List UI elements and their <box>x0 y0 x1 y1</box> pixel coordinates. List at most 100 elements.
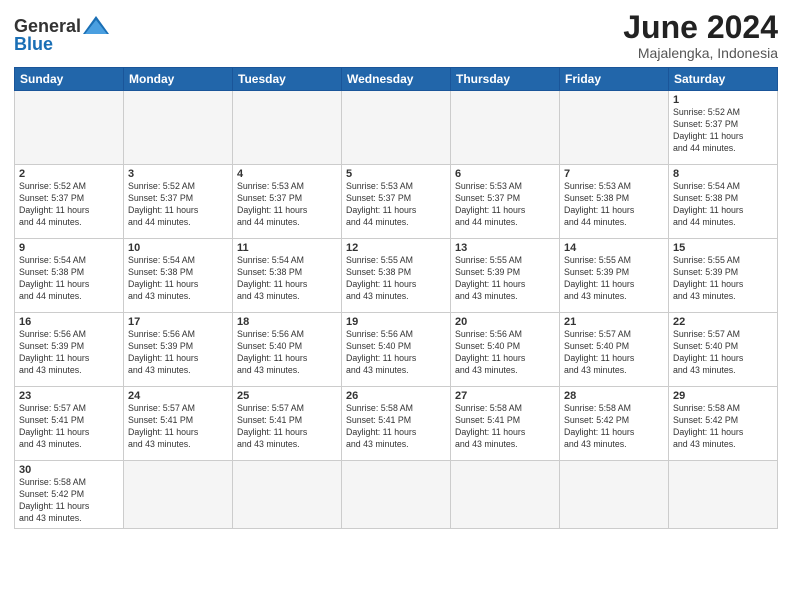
day-info: Sunrise: 5:56 AM Sunset: 5:40 PM Dayligh… <box>346 329 446 377</box>
day-info: Sunrise: 5:54 AM Sunset: 5:38 PM Dayligh… <box>237 255 337 303</box>
day-number: 1 <box>673 94 773 106</box>
calendar-cell: 12Sunrise: 5:55 AM Sunset: 5:38 PM Dayli… <box>342 239 451 313</box>
calendar-cell: 24Sunrise: 5:57 AM Sunset: 5:41 PM Dayli… <box>124 387 233 461</box>
day-number: 10 <box>128 242 228 254</box>
day-info: Sunrise: 5:58 AM Sunset: 5:42 PM Dayligh… <box>564 403 664 451</box>
calendar-cell <box>233 91 342 165</box>
day-number: 2 <box>19 168 119 180</box>
day-info: Sunrise: 5:55 AM Sunset: 5:38 PM Dayligh… <box>346 255 446 303</box>
day-info: Sunrise: 5:56 AM Sunset: 5:39 PM Dayligh… <box>128 329 228 377</box>
weekday-header-saturday: Saturday <box>669 68 778 91</box>
day-number: 3 <box>128 168 228 180</box>
calendar-cell: 4Sunrise: 5:53 AM Sunset: 5:37 PM Daylig… <box>233 165 342 239</box>
weekday-header-friday: Friday <box>560 68 669 91</box>
calendar-cell: 23Sunrise: 5:57 AM Sunset: 5:41 PM Dayli… <box>15 387 124 461</box>
day-info: Sunrise: 5:53 AM Sunset: 5:37 PM Dayligh… <box>455 181 555 229</box>
calendar-cell: 11Sunrise: 5:54 AM Sunset: 5:38 PM Dayli… <box>233 239 342 313</box>
day-number: 5 <box>346 168 446 180</box>
calendar-cell: 27Sunrise: 5:58 AM Sunset: 5:41 PM Dayli… <box>451 387 560 461</box>
day-info: Sunrise: 5:57 AM Sunset: 5:40 PM Dayligh… <box>673 329 773 377</box>
weekday-header-wednesday: Wednesday <box>342 68 451 91</box>
day-number: 8 <box>673 168 773 180</box>
day-number: 17 <box>128 316 228 328</box>
calendar-cell: 20Sunrise: 5:56 AM Sunset: 5:40 PM Dayli… <box>451 313 560 387</box>
day-number: 24 <box>128 390 228 402</box>
day-number: 15 <box>673 242 773 254</box>
title-block: June 2024 Majalengka, Indonesia <box>623 10 778 61</box>
day-number: 14 <box>564 242 664 254</box>
calendar-cell: 16Sunrise: 5:56 AM Sunset: 5:39 PM Dayli… <box>15 313 124 387</box>
day-info: Sunrise: 5:58 AM Sunset: 5:41 PM Dayligh… <box>346 403 446 451</box>
day-info: Sunrise: 5:55 AM Sunset: 5:39 PM Dayligh… <box>455 255 555 303</box>
day-info: Sunrise: 5:57 AM Sunset: 5:41 PM Dayligh… <box>19 403 119 451</box>
weekday-header-sunday: Sunday <box>15 68 124 91</box>
day-number: 12 <box>346 242 446 254</box>
calendar-cell: 21Sunrise: 5:57 AM Sunset: 5:40 PM Dayli… <box>560 313 669 387</box>
day-info: Sunrise: 5:58 AM Sunset: 5:42 PM Dayligh… <box>19 477 119 525</box>
day-info: Sunrise: 5:52 AM Sunset: 5:37 PM Dayligh… <box>673 107 773 155</box>
day-number: 21 <box>564 316 664 328</box>
calendar-cell: 19Sunrise: 5:56 AM Sunset: 5:40 PM Dayli… <box>342 313 451 387</box>
day-number: 9 <box>19 242 119 254</box>
day-number: 29 <box>673 390 773 402</box>
weekday-header-thursday: Thursday <box>451 68 560 91</box>
day-info: Sunrise: 5:54 AM Sunset: 5:38 PM Dayligh… <box>19 255 119 303</box>
day-info: Sunrise: 5:55 AM Sunset: 5:39 PM Dayligh… <box>673 255 773 303</box>
day-info: Sunrise: 5:57 AM Sunset: 5:40 PM Dayligh… <box>564 329 664 377</box>
calendar-cell: 29Sunrise: 5:58 AM Sunset: 5:42 PM Dayli… <box>669 387 778 461</box>
calendar-cell: 25Sunrise: 5:57 AM Sunset: 5:41 PM Dayli… <box>233 387 342 461</box>
day-info: Sunrise: 5:57 AM Sunset: 5:41 PM Dayligh… <box>128 403 228 451</box>
calendar-cell: 5Sunrise: 5:53 AM Sunset: 5:37 PM Daylig… <box>342 165 451 239</box>
day-number: 7 <box>564 168 664 180</box>
calendar-cell <box>342 91 451 165</box>
day-info: Sunrise: 5:58 AM Sunset: 5:42 PM Dayligh… <box>673 403 773 451</box>
day-info: Sunrise: 5:53 AM Sunset: 5:37 PM Dayligh… <box>346 181 446 229</box>
day-number: 23 <box>19 390 119 402</box>
day-number: 11 <box>237 242 337 254</box>
day-number: 30 <box>19 464 119 476</box>
day-info: Sunrise: 5:54 AM Sunset: 5:38 PM Dayligh… <box>128 255 228 303</box>
day-number: 4 <box>237 168 337 180</box>
calendar-cell: 8Sunrise: 5:54 AM Sunset: 5:38 PM Daylig… <box>669 165 778 239</box>
day-number: 16 <box>19 316 119 328</box>
day-info: Sunrise: 5:56 AM Sunset: 5:40 PM Dayligh… <box>237 329 337 377</box>
calendar: SundayMondayTuesdayWednesdayThursdayFrid… <box>14 67 778 529</box>
calendar-cell: 6Sunrise: 5:53 AM Sunset: 5:37 PM Daylig… <box>451 165 560 239</box>
calendar-cell <box>124 91 233 165</box>
day-number: 27 <box>455 390 555 402</box>
day-number: 19 <box>346 316 446 328</box>
day-number: 13 <box>455 242 555 254</box>
calendar-cell: 17Sunrise: 5:56 AM Sunset: 5:39 PM Dayli… <box>124 313 233 387</box>
calendar-cell: 22Sunrise: 5:57 AM Sunset: 5:40 PM Dayli… <box>669 313 778 387</box>
day-info: Sunrise: 5:56 AM Sunset: 5:39 PM Dayligh… <box>19 329 119 377</box>
day-info: Sunrise: 5:58 AM Sunset: 5:41 PM Dayligh… <box>455 403 555 451</box>
day-number: 20 <box>455 316 555 328</box>
day-number: 18 <box>237 316 337 328</box>
day-info: Sunrise: 5:52 AM Sunset: 5:37 PM Dayligh… <box>19 181 119 229</box>
calendar-cell <box>560 91 669 165</box>
calendar-cell: 18Sunrise: 5:56 AM Sunset: 5:40 PM Dayli… <box>233 313 342 387</box>
calendar-cell: 7Sunrise: 5:53 AM Sunset: 5:38 PM Daylig… <box>560 165 669 239</box>
page: General Blue June 2024 Majalengka, Indon… <box>0 0 792 612</box>
day-number: 22 <box>673 316 773 328</box>
month-title: June 2024 <box>623 10 778 45</box>
logo-blue-text: Blue <box>14 34 53 55</box>
calendar-cell <box>451 461 560 529</box>
calendar-cell: 14Sunrise: 5:55 AM Sunset: 5:39 PM Dayli… <box>560 239 669 313</box>
calendar-cell <box>124 461 233 529</box>
calendar-cell <box>560 461 669 529</box>
calendar-cell <box>233 461 342 529</box>
calendar-cell: 9Sunrise: 5:54 AM Sunset: 5:38 PM Daylig… <box>15 239 124 313</box>
calendar-cell: 13Sunrise: 5:55 AM Sunset: 5:39 PM Dayli… <box>451 239 560 313</box>
subtitle: Majalengka, Indonesia <box>623 45 778 61</box>
logo-icon <box>81 14 111 38</box>
calendar-cell: 1Sunrise: 5:52 AM Sunset: 5:37 PM Daylig… <box>669 91 778 165</box>
calendar-cell: 26Sunrise: 5:58 AM Sunset: 5:41 PM Dayli… <box>342 387 451 461</box>
weekday-header-monday: Monday <box>124 68 233 91</box>
day-info: Sunrise: 5:53 AM Sunset: 5:38 PM Dayligh… <box>564 181 664 229</box>
calendar-cell <box>15 91 124 165</box>
calendar-cell: 10Sunrise: 5:54 AM Sunset: 5:38 PM Dayli… <box>124 239 233 313</box>
day-info: Sunrise: 5:52 AM Sunset: 5:37 PM Dayligh… <box>128 181 228 229</box>
day-info: Sunrise: 5:57 AM Sunset: 5:41 PM Dayligh… <box>237 403 337 451</box>
day-info: Sunrise: 5:54 AM Sunset: 5:38 PM Dayligh… <box>673 181 773 229</box>
